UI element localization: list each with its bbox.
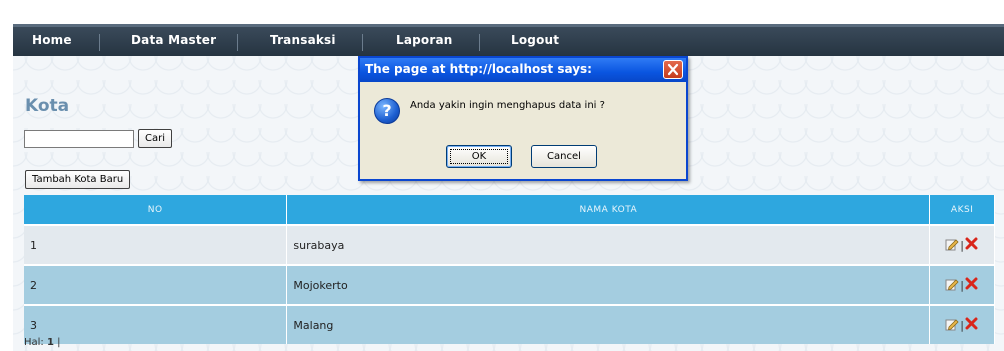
action-separator: |: [960, 238, 964, 252]
table-row: 2 Mojokerto |: [24, 264, 995, 305]
dialog-message: Anda yakin ingin menghapus data ini ?: [410, 100, 605, 111]
edit-icon[interactable]: [945, 237, 959, 254]
edit-icon[interactable]: [945, 317, 959, 334]
page-title: Kota: [25, 96, 70, 116]
cell-no: 2: [24, 264, 288, 305]
header-no[interactable]: NO: [24, 195, 288, 225]
pager-separator: |: [57, 337, 61, 348]
nav-divider: [479, 34, 480, 51]
nav-laporan[interactable]: Laporan: [396, 33, 453, 47]
search-button[interactable]: Cari: [138, 129, 172, 148]
delete-icon[interactable]: [965, 237, 978, 253]
search-input[interactable]: [24, 130, 134, 148]
nav-logout[interactable]: Logout: [511, 33, 559, 47]
nav-home[interactable]: Home: [32, 33, 72, 47]
edit-icon[interactable]: [945, 277, 959, 294]
city-table: NO NAMA KOTA AKSI 1 surabaya | 2 Mojoker…: [24, 195, 995, 344]
nav-data-master[interactable]: Data Master: [131, 33, 216, 47]
cell-nama-kota: surabaya: [286, 224, 931, 265]
top-strip: [0, 0, 1004, 24]
cancel-button[interactable]: Cancel: [531, 145, 597, 168]
ok-button[interactable]: OK: [446, 145, 512, 168]
cell-aksi: |: [929, 264, 995, 305]
confirm-dialog: The page at http://localhost says: ? And…: [358, 56, 688, 181]
pager-label: Hal:: [24, 337, 44, 348]
nav-divider: [362, 34, 363, 51]
nav-divider: [99, 34, 100, 51]
dialog-titlebar[interactable]: The page at http://localhost says:: [360, 58, 686, 82]
close-icon[interactable]: [663, 60, 683, 79]
main-navbar: Home Data Master Transaksi Laporan Logou…: [13, 24, 1004, 56]
cell-aksi: |: [929, 224, 995, 265]
action-separator: |: [960, 318, 964, 332]
add-city-button[interactable]: Tambah Kota Baru: [25, 170, 131, 189]
cell-no: 3: [24, 304, 288, 344]
table-row: 3 Malang |: [24, 304, 995, 344]
cell-nama-kota: Malang: [286, 304, 931, 344]
delete-icon[interactable]: [965, 277, 978, 293]
table-row: 1 surabaya |: [24, 224, 995, 265]
header-aksi: AKSI: [929, 195, 995, 225]
cell-no: 1: [24, 224, 288, 265]
pager-current-page[interactable]: 1: [47, 337, 54, 348]
cell-aksi: |: [929, 304, 995, 344]
table-header-row: NO NAMA KOTA AKSI: [24, 195, 995, 225]
nav-divider: [237, 34, 238, 51]
cell-nama-kota: Mojokerto: [286, 264, 931, 305]
nav-transaksi[interactable]: Transaksi: [270, 33, 336, 47]
dialog-title: The page at http://localhost says:: [365, 62, 592, 76]
header-nama-kota[interactable]: NAMA KOTA: [286, 195, 931, 225]
pagination: Hal: 1 |: [24, 337, 61, 348]
action-separator: |: [960, 278, 964, 292]
question-icon: ?: [374, 98, 400, 124]
delete-icon[interactable]: [965, 317, 978, 333]
